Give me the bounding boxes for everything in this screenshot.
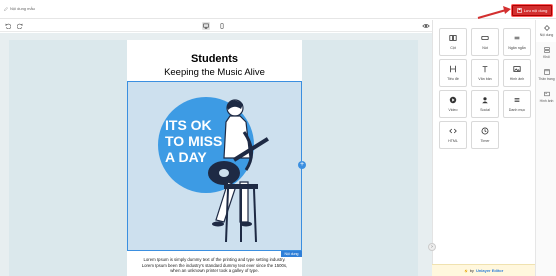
button-icon [481,36,489,40]
redo-icon [17,23,23,29]
tab-label: Nội dung [539,33,554,37]
html-icon [449,128,457,134]
tool-menu[interactable]: Danh mục [503,90,531,118]
tool-label: Tiêu đề [447,77,459,81]
save-icon [516,8,522,13]
text-icon [482,66,488,73]
tool-label: Social [480,108,490,112]
tool-label: Danh mục [508,108,526,112]
red-arrow-annotation [477,6,511,19]
tool-label: Cột [450,46,456,50]
images-icon [543,91,550,97]
tab-body[interactable]: Thân trang [536,64,556,86]
tool-label: Văn bản [478,77,492,81]
tab-images[interactable]: Hình ảnh [536,86,556,108]
desktop-icon [203,23,209,29]
document-title[interactable]: Nội dung mẫu [4,6,35,11]
top-bar: Nội dung mẫu Lưu nội dung [0,0,556,19]
tool-label: HTML [448,139,458,143]
mobile-icon [220,23,224,29]
undo-icon [5,23,11,29]
image-text-line-3: A DAY [165,149,207,165]
body-icon [543,69,550,75]
save-button-label: Lưu nội dung [523,8,548,13]
tool-html[interactable]: HTML [439,121,467,149]
menu-icon [514,98,520,102]
tool-button[interactable]: Nút [471,28,499,56]
image-icon [513,66,521,72]
tool-label: Nút [482,46,488,50]
video-icon [449,96,457,104]
columns-icon [449,35,457,41]
tool-columns[interactable]: Cột [439,28,467,56]
email-title[interactable]: Students [127,53,302,65]
tool-social[interactable]: Social [471,90,499,118]
tab-blocks[interactable]: Khối [536,42,556,64]
side-tabs: Nội dung Khối Thân trang Hình ảnh [535,20,556,276]
tools-panel: Cột Nút Ngăn ngắn Tiêu đề Văn bản Hình ả… [432,20,535,276]
tab-content[interactable]: Nội dung [536,20,556,42]
tool-label: Timer [480,139,490,143]
powered-by-prefix: by [469,268,474,273]
tab-label: Khối [543,55,550,59]
edit-icon [4,6,8,11]
email-subtitle[interactable]: Keeping the Music Alive [127,67,302,78]
tab-label: Thân trang [538,77,555,81]
email-body-text[interactable]: Lorem Ipsum is simply dummy text of the … [127,257,302,274]
tool-label: Video [448,108,458,112]
mobile-view-button[interactable] [218,22,226,30]
tool-timer[interactable]: Timer [471,121,499,149]
social-icon [482,97,488,104]
collapse-panel-button[interactable]: › [428,243,436,251]
editor-toolbar [0,20,432,32]
preview-eye-icon[interactable] [422,22,430,30]
powered-by-brand: Unlayer Editor [475,268,504,273]
timer-icon [481,127,489,135]
body-line-3: when an unknown printer took a galley of… [170,268,259,274]
blocks-icon [543,47,550,53]
tool-image[interactable]: Hình ảnh [503,59,531,87]
guitar-student-illustration: ITS OK TO MISS A DAY [158,97,269,243]
save-button[interactable]: Lưu nội dung [512,5,552,16]
image-text-line-2: TO MISS [165,133,222,149]
divider-icon [514,36,520,40]
tool-heading[interactable]: Tiêu đề [439,59,467,87]
image-block[interactable]: ITS OK TO MISS A DAY [127,81,302,251]
powered-by-banner[interactable]: by Unlayer Editor [432,264,535,276]
bolt-icon [464,268,468,273]
tool-text[interactable]: Văn bản [471,59,499,87]
body-line-1: Lorem Ipsum is simply dummy text of the … [143,257,286,262]
undo-button[interactable] [4,22,12,30]
tab-label: Hình ảnh [539,99,554,103]
heading-icon [450,65,456,73]
add-block-button[interactable]: + [298,161,306,169]
redo-button[interactable] [16,22,24,30]
document-title-text: Nội dung mẫu [10,6,35,11]
tool-label: Ngăn ngắn [508,46,526,50]
image-text-line-1: ITS OK [165,117,212,133]
desktop-view-button[interactable] [202,22,210,30]
tool-divider[interactable]: Ngăn ngắn [503,28,531,56]
tool-label: Hình ảnh [509,77,525,81]
tool-video[interactable]: Video [439,90,467,118]
content-icon [543,25,550,31]
